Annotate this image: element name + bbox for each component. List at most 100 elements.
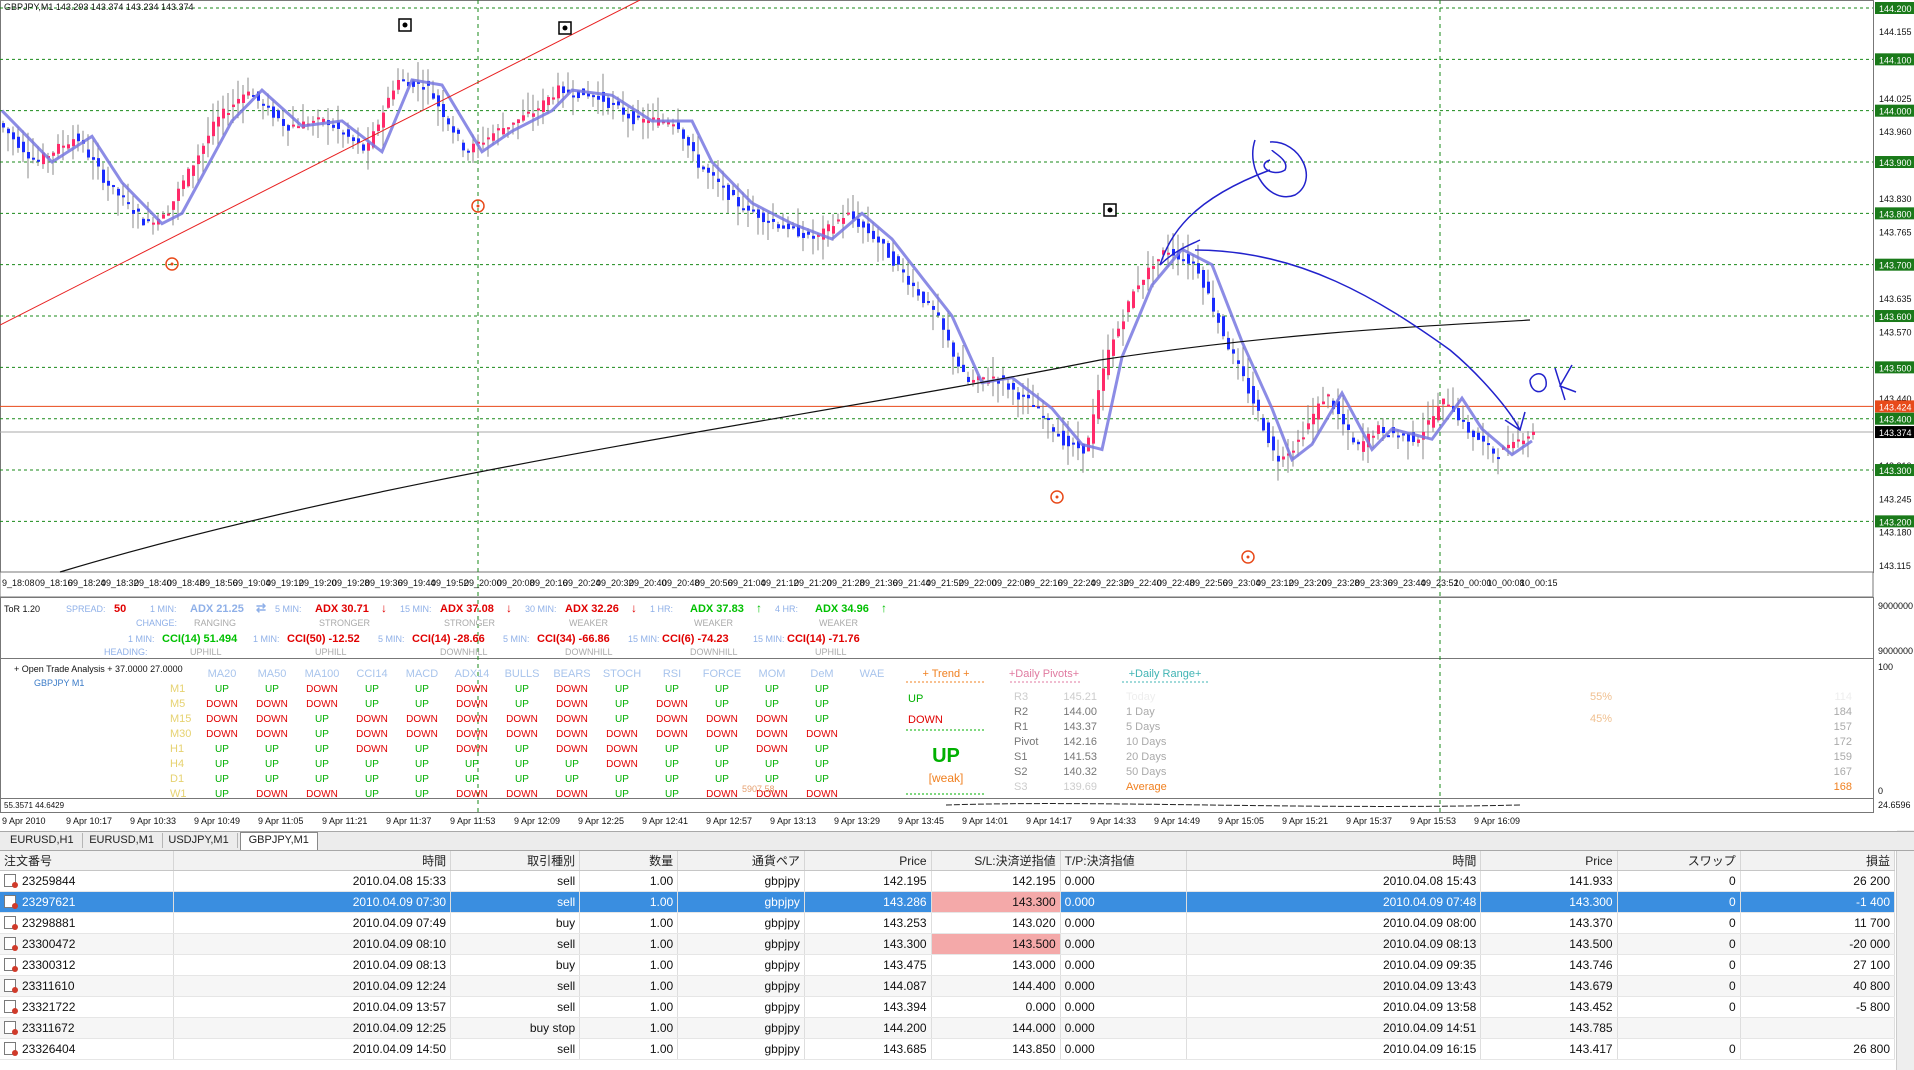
column-header[interactable]: 数量 <box>579 851 679 871</box>
table-row[interactable]: 23326404 2010.04.09 14:50 sell 1.00 gbpjpy 14… <box>0 1038 1896 1060</box>
chart-tab[interactable]: EURUSD,H1 <box>2 833 83 848</box>
chart-window[interactable]: 144.200 144.155 144.100 144.025 144.000 143.9… <box>0 0 1914 830</box>
chart-canvas[interactable]: 144.200144.155144.100144.025144.000143.9… <box>0 0 1914 830</box>
table-row[interactable]: 23321722 2010.04.09 13:57 sell 1.00 gbpjpy 14… <box>0 996 1896 1018</box>
ota-cell: UP <box>715 774 729 785</box>
column-header[interactable]: Price <box>804 851 932 871</box>
ota-cell: UP <box>565 759 579 770</box>
candle-body <box>752 209 755 212</box>
table-cell: sell <box>450 996 581 1018</box>
candle-body <box>467 150 470 153</box>
table-row[interactable]: 23311672 2010.04.09 12:25 buy stop 1.00 gbpj… <box>0 1017 1896 1039</box>
candle-body <box>702 166 705 170</box>
candle-body <box>1362 441 1365 452</box>
ota-header: MOM <box>759 668 786 680</box>
ota-timeframe: M30 <box>170 728 191 740</box>
adx-value: ADX 30.71 <box>315 603 369 615</box>
candle-body <box>297 126 300 129</box>
price-axis-label: 143.115 <box>1879 561 1911 571</box>
ota-cell: DOWN <box>506 729 538 740</box>
column-header[interactable]: 時間 <box>1186 851 1482 871</box>
table-row[interactable]: 23297621 2010.04.09 07:30 sell 1.00 gbpjpy 14… <box>0 891 1896 913</box>
candle-body <box>212 121 215 137</box>
candle-body <box>947 329 950 341</box>
column-header[interactable]: 損益 <box>1740 851 1896 871</box>
price-axis-label: 143.570 <box>1879 327 1912 337</box>
ota-cell: UP <box>815 759 829 770</box>
candle-body <box>1417 439 1420 444</box>
column-header[interactable]: T/P:決済指値 <box>1060 851 1188 871</box>
table-cell: 0 <box>1617 891 1741 913</box>
column-header[interactable]: 通貨ペア <box>677 851 805 871</box>
ota-cell: DOWN <box>606 759 638 770</box>
time-label: 09_21:52 <box>926 578 964 588</box>
candle-body <box>727 184 730 200</box>
table-cell: 143.500 <box>1480 933 1618 955</box>
cci-sub: UPHILL <box>815 647 847 657</box>
bottom-right-label: 24.6596 <box>1878 800 1911 810</box>
column-header[interactable]: Price <box>1480 851 1618 871</box>
table-row[interactable]: 23298881 2010.04.09 07:49 buy 1.00 gbpjpy 143… <box>0 912 1896 934</box>
table-row[interactable]: 23311610 2010.04.09 12:24 sell 1.00 gbpjpy 14… <box>0 975 1896 997</box>
time-label: 9_18:08 <box>2 578 35 588</box>
ota-cell: UP <box>815 714 829 725</box>
time-label: 10_00:15 <box>1520 578 1558 588</box>
candle-body <box>97 158 100 167</box>
range-label: Average <box>1126 781 1167 793</box>
candle-body <box>772 218 775 222</box>
candle-body <box>1217 313 1220 323</box>
table-cell: gbpjpy <box>677 1038 805 1060</box>
adx-arrow: ↓ <box>506 601 512 615</box>
table-scrollbar[interactable] <box>1896 851 1914 1070</box>
bottom-time-label: 9 Apr 14:17 <box>1026 816 1072 826</box>
table-cell: 2010.04.09 08:10 <box>173 933 452 955</box>
ota-cell: DOWN <box>556 729 588 740</box>
candle-body <box>982 377 985 380</box>
adx-value: ADX 37.08 <box>440 603 494 615</box>
price-level-label: 143.300 <box>1879 466 1912 476</box>
ota-timeframe: M5 <box>170 698 185 710</box>
table-row[interactable]: 23300472 2010.04.09 08:10 sell 1.00 gbpjpy 14… <box>0 933 1896 955</box>
candle-body <box>1152 266 1155 269</box>
ota-cell: UP <box>815 699 829 710</box>
column-header[interactable]: 時間 <box>173 851 452 871</box>
candle-body <box>677 122 680 130</box>
table-cell: 23311672 <box>0 1017 174 1039</box>
candle-body <box>537 108 540 111</box>
range-value: 114 <box>1834 691 1852 703</box>
pivot-label: R1 <box>1014 721 1028 733</box>
chart-tab[interactable]: GBPJPY,M1 <box>239 832 318 850</box>
pivot-label: S1 <box>1014 751 1027 763</box>
bottom-time-label: 9 Apr 11:21 <box>322 816 367 826</box>
time-label: 09_19:20 <box>299 578 337 588</box>
column-header[interactable]: 取引種別 <box>450 851 581 871</box>
ota-cell: DOWN <box>706 729 738 740</box>
column-header[interactable]: 注文番号 <box>0 851 174 871</box>
table-cell: -20 000 <box>1740 933 1896 955</box>
candle-body <box>1347 424 1350 430</box>
column-header[interactable]: S/L:決済逆指値 <box>931 851 1061 871</box>
table-row[interactable]: 23259844 2010.04.08 15:33 sell 1.00 gbpjpy 14… <box>0 870 1896 892</box>
candle-body <box>932 306 935 310</box>
order-icon <box>4 874 18 888</box>
range-value: 172 <box>1834 736 1852 748</box>
time-label: 09_20:48 <box>662 578 700 588</box>
candle-body <box>792 226 795 229</box>
chart-tab[interactable]: USDJPY,M1 <box>160 833 238 848</box>
time-label: 09_22:08 <box>992 578 1030 588</box>
candle-body <box>1517 439 1520 442</box>
cci-tf: 1 MIN: <box>128 634 155 644</box>
table-row[interactable]: 23300312 2010.04.09 08:13 buy 1.00 gbpjpy 143… <box>0 954 1896 976</box>
table-cell: sell <box>450 975 581 997</box>
price-axis-label: 143.960 <box>1879 127 1912 137</box>
bottom-time-label: 9 Apr 15:53 <box>1410 816 1456 826</box>
range-label: Today <box>1126 691 1156 703</box>
price-axis-label: 144.155 <box>1879 27 1912 37</box>
candle-body <box>1117 328 1120 337</box>
candle-body <box>1522 440 1525 445</box>
bottom-time-label: 9 Apr 12:09 <box>514 816 560 826</box>
chart-tab[interactable]: EURUSD,M1 <box>81 833 163 848</box>
column-header[interactable]: スワップ <box>1617 851 1741 871</box>
table-cell: gbpjpy <box>677 996 805 1018</box>
candle-body <box>532 113 535 117</box>
